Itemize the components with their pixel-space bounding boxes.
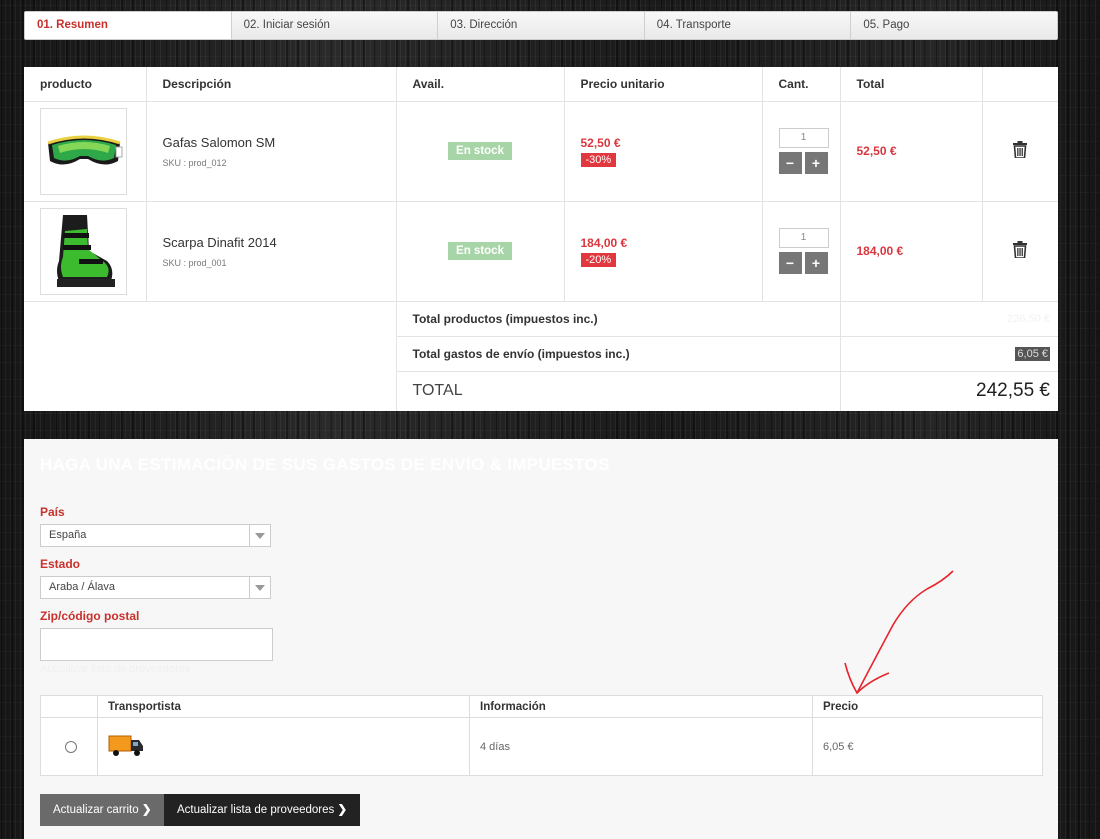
update-carriers-button[interactable]: Actualizar lista de proveedores ❯ [164,794,361,826]
chevron-down-icon [249,525,270,546]
header-actions [982,67,1058,102]
country-label: País [40,505,65,519]
quantity-decrease-button[interactable]: − [778,252,802,274]
update-cart-button[interactable]: Actualizar carrito ❯ [40,794,165,826]
unit-price-cell: 52,50 € -30% [564,101,763,202]
quantity-input[interactable]: 1 [778,128,829,148]
availability-cell: En stock [396,101,565,202]
header-qty: Cant. [762,67,841,102]
estimator-title: Haga una estimación de sus gastos de env… [40,455,610,474]
line-total-cell: 52,50 € [840,101,983,202]
header-description: Descripción [146,67,397,102]
carrier-radio[interactable] [65,740,77,753]
total-products-row: Total productos (impuestos inc.) 236,50 … [24,301,1058,411]
country-select[interactable]: España [40,524,271,547]
grand-total-label: TOTAL [396,371,841,411]
total-shipping-label: Total gastos de envío (impuestos inc.) [396,336,841,372]
stock-badge: En stock [448,142,512,160]
step-address[interactable]: 03. Dirección [438,12,645,39]
quantity-increase-button[interactable]: + [804,152,828,174]
carrier-info-cell: 4 días [469,717,813,776]
trash-icon[interactable] [1013,141,1028,161]
update-cart-label: Actualizar carrito [53,804,139,816]
total-products-label: Total productos (impuestos inc.) [396,301,841,337]
header-info: Información [469,695,813,718]
carrier-price-cell: 6,05 € [812,717,1043,776]
carrier-logo-cell [97,717,470,776]
product-name[interactable]: Gafas Salomon SM [163,135,396,150]
product-sku: SKU : prod_012 [162,157,227,168]
product-name[interactable]: Scarpa Dinafit 2014 [163,235,396,250]
totals-spacer [24,301,397,411]
step-summary[interactable]: 01. Resumen [25,12,232,39]
unit-price-cell: 184,00 € -20% [564,201,763,302]
quantity-increase-button[interactable]: + [804,252,828,274]
product-image-cell [24,201,147,302]
table-row: Gafas Salomon SM SKU : prod_012 En stock… [24,101,1058,202]
table-row: Scarpa Dinafit 2014 SKU : prod_001 En st… [24,201,1058,302]
product-sku: SKU : prod_001 [162,257,227,268]
line-total-cell: 184,00 € [840,201,983,302]
delete-cell [982,201,1058,302]
header-select [40,695,98,718]
discount-badge: -20% [580,252,617,267]
product-description-cell: Gafas Salomon SM SKU : prod_012 [146,101,397,202]
quantity-input[interactable]: 1 [778,228,829,248]
total-shipping-value: 6,05 € [840,336,1058,372]
header-total: Total [840,67,983,102]
discount-badge: -30% [580,152,617,167]
chevron-right-icon: ❯ [141,804,152,816]
quantity-cell: 1 − + [762,101,841,202]
state-select-value: Araba / Álava [49,581,116,593]
step-shipping[interactable]: 04. Transporte [644,12,852,39]
header-product: producto [24,67,147,102]
quantity-cell: 1 − + [762,201,841,302]
line-total: 52,50 € [856,144,897,158]
unit-price: 184,00 € [580,235,628,250]
product-description-cell: Scarpa Dinafit 2014 SKU : prod_001 [146,201,397,302]
chevron-down-icon [249,577,270,598]
state-select[interactable]: Araba / Álava [40,576,271,599]
zip-input[interactable] [40,628,273,661]
step-payment[interactable]: 05. Pago [851,12,1057,39]
delete-cell [982,101,1058,202]
ski-goggles-image[interactable] [40,107,127,195]
unit-price: 52,50 € [580,135,621,150]
header-avail: Avail. [396,67,565,102]
state-label: Estado [40,557,81,571]
stock-badge: En stock [448,242,512,260]
quantity-decrease-button[interactable]: − [778,152,802,174]
cart-header-row: producto Descripción Avail. Precio unita… [24,67,1058,102]
country-select-value: España [49,529,87,541]
chevron-right-icon: ❯ [337,804,348,816]
carriers-table: Transportista Información Precio 4 días … [40,695,1043,776]
table-row: 4 días 6,05 € [40,717,1043,776]
truck-icon [108,735,144,761]
trash-icon[interactable] [1013,241,1028,261]
checkout-steps: 01. Resumen 02. Iniciar sesión 03. Direc… [24,11,1058,40]
line-total: 184,00 € [856,244,904,258]
red-arrow-annotation [844,570,954,695]
header-unit-price: Precio unitario [564,67,763,102]
step-login[interactable]: 02. Iniciar sesión [231,12,439,39]
update-carriers-link[interactable]: Actualizar lista de proveedores [40,663,190,675]
carrier-radio-cell [40,717,98,776]
availability-cell: En stock [396,201,565,302]
product-image-cell [24,101,147,202]
update-carriers-label: Actualizar lista de proveedores [177,804,335,816]
ski-boot-image[interactable] [40,207,127,295]
zip-label: Zip/código postal [40,609,140,623]
header-carrier: Transportista [97,695,470,718]
total-products-value: 236,50 € [840,301,1058,337]
cart-table: producto Descripción Avail. Precio unita… [24,67,1058,411]
grand-total-value: 242,55 € [976,380,1050,402]
